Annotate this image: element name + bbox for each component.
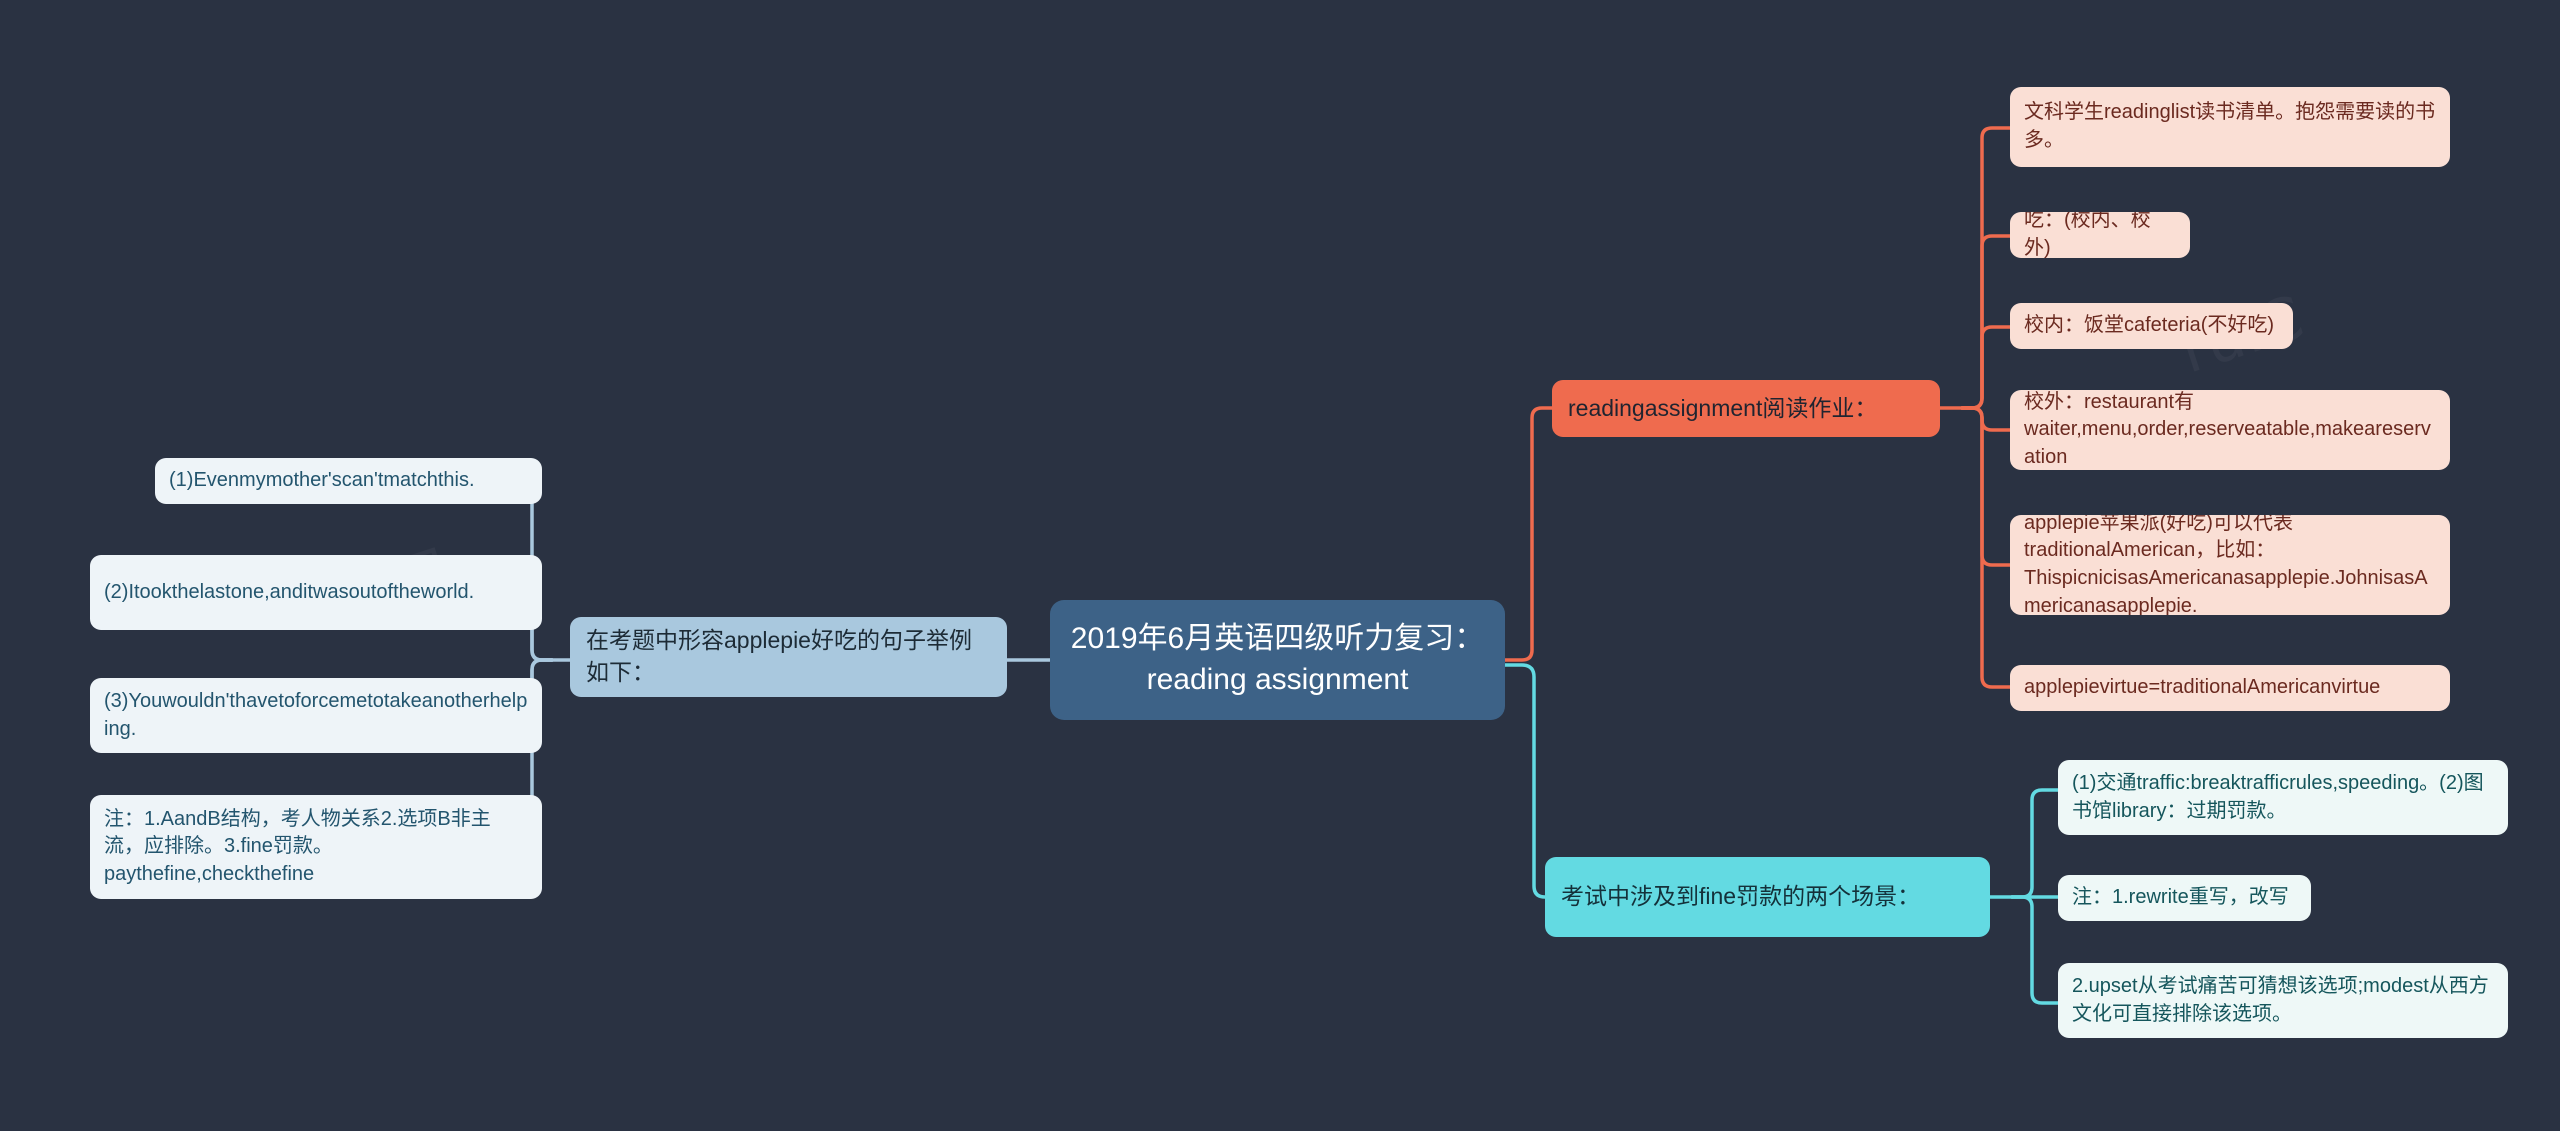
connector-reading-child-3 (1960, 325, 2012, 410)
root-node[interactable]: 2019年6月英语四级听力复习：reading assignment (1050, 600, 1505, 720)
sentence-child-3[interactable]: (3)Youwouldn'thavetoforcemetotakeanother… (90, 678, 542, 753)
sentence-child-2-label: (2)Itookthelastone,anditwasoutoftheworld… (104, 580, 475, 603)
connector-reading-child-2 (1960, 234, 2012, 410)
mindmap-canvas: 知识 ru.C 2019年6月英语四级听力复习：read (0, 0, 2560, 1131)
reading-child-on-campus-label: 校内：饭堂cafeteria(不好吃) (2024, 314, 2275, 337)
connector-reading-child-5 (1960, 406, 2012, 567)
reading-child-applepie-american-label: applepie苹果派(好吃)可以代表traditionalAmerican，比… (2024, 515, 2428, 615)
sentence-child-note[interactable]: 注：1.AandB结构，考人物关系2.选项B非主流，应排除。3.fine罚款。p… (90, 795, 542, 899)
connector-reading-child-1 (1960, 126, 2012, 410)
reading-child-applepie-american[interactable]: applepie苹果派(好吃)可以代表traditionalAmerican，比… (2010, 515, 2450, 615)
connector-root-to-reading (1503, 406, 1562, 662)
branch-applepie-sentences[interactable]: 在考题中形容applepie好吃的句子举例如下： (570, 617, 1007, 697)
reading-child-on-campus[interactable]: 校内：饭堂cafeteria(不好吃) (2010, 303, 2293, 349)
fine-child-traffic-library-label: (1)交通traffic:breaktrafficrules,speeding。… (2072, 771, 2484, 822)
branch-reading-assignment-label: readingassignment阅读作业： (1568, 394, 1878, 421)
sentence-child-2[interactable]: (2)Itookthelastone,anditwasoutoftheworld… (90, 555, 542, 630)
connector-fine-child-3 (2010, 895, 2060, 1005)
reading-child-off-campus-label: 校外：restaurant有waiter,menu,order,reservea… (2024, 390, 2431, 468)
reading-child-readinglist[interactable]: 文科学生readinglist读书清单。抱怨需要读的书多。 (2010, 87, 2450, 167)
root-label: 2019年6月英语四级听力复习：reading assignment (1070, 622, 1485, 696)
branch-fine-scenarios-label: 考试中涉及到fine罚款的两个场景： (1561, 883, 1921, 910)
branch-fine-scenarios[interactable]: 考试中涉及到fine罚款的两个场景： (1545, 857, 1990, 937)
fine-child-rewrite-note-label: 注：1.rewrite重写，改写 (2072, 886, 2289, 909)
connector-reading-child-4 (1960, 406, 2012, 432)
fine-child-traffic-library[interactable]: (1)交通traffic:breaktrafficrules,speeding。… (2058, 760, 2508, 835)
reading-child-eat[interactable]: 吃：(校内、校外) (2010, 212, 2190, 258)
connector-reading-child-6 (1960, 406, 2012, 689)
sentence-child-1[interactable]: (1)Evenmymother'scan'tmatchthis. (155, 458, 542, 504)
fine-child-upset-modest[interactable]: 2.upset从考试痛苦可猜想该选项;modest从西方文化可直接排除该选项。 (2058, 963, 2508, 1038)
branch-reading-assignment[interactable]: readingassignment阅读作业： (1552, 380, 1940, 437)
fine-child-upset-modest-label: 2.upset从考试痛苦可猜想该选项;modest从西方文化可直接排除该选项。 (2072, 974, 2489, 1025)
reading-child-off-campus[interactable]: 校外：restaurant有waiter,menu,order,reservea… (2010, 390, 2450, 470)
sentence-child-3-label: (3)Youwouldn'thavetoforcemetotakeanother… (104, 689, 528, 740)
reading-child-eat-label: 吃：(校内、校外) (2024, 212, 2151, 258)
branch-applepie-sentences-label: 在考题中形容applepie好吃的句子举例如下： (586, 627, 972, 685)
connector-fine-child-1 (2010, 788, 2060, 899)
reading-child-applepie-virtue[interactable]: applepievirtue=traditionalAmericanvirtue (2010, 665, 2450, 711)
sentence-child-note-label: 注：1.AandB结构，考人物关系2.选项B非主流，应排除。3.fine罚款。p… (104, 807, 491, 885)
reading-child-applepie-virtue-label: applepievirtue=traditionalAmericanvirtue (2024, 676, 2381, 699)
sentence-child-1-label: (1)Evenmymother'scan'tmatchthis. (169, 469, 475, 492)
fine-child-rewrite-note[interactable]: 注：1.rewrite重写，改写 (2058, 875, 2311, 921)
reading-child-readinglist-label: 文科学生readinglist读书清单。抱怨需要读的书多。 (2024, 101, 2436, 151)
